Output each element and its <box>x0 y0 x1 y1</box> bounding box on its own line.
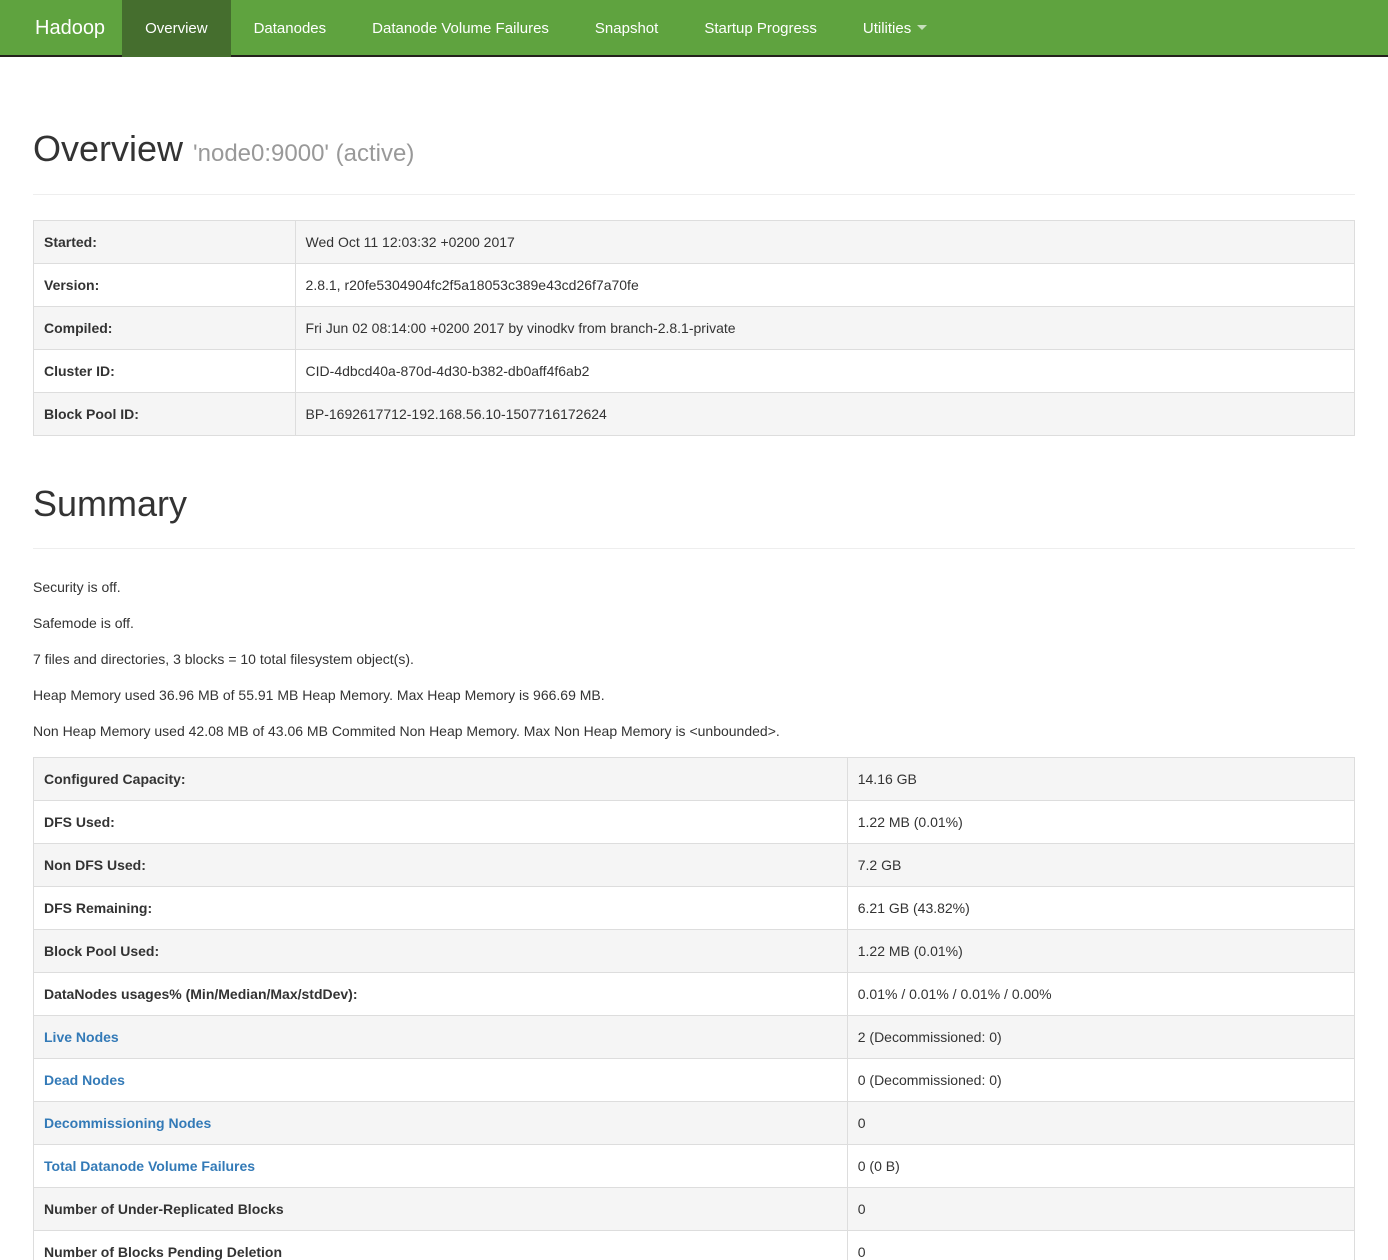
stat-value: 0 <box>847 1102 1354 1145</box>
table-row: Block Pool ID: BP-1692617712-192.168.56.… <box>34 392 1355 435</box>
stat-label: Block Pool Used: <box>34 930 848 973</box>
main-content: Overview 'node0:9000' (active) Started: … <box>33 129 1355 1260</box>
table-row: DFS Used: 1.22 MB (0.01%) <box>34 801 1355 844</box>
stat-label: Live Nodes <box>34 1016 848 1059</box>
filesystem-objects-text: 7 files and directories, 3 blocks = 10 t… <box>33 649 1355 669</box>
tab-startup-progress-link[interactable]: Startup Progress <box>681 0 840 57</box>
tab-snapshot[interactable]: Snapshot <box>572 0 681 55</box>
summary-title: Summary <box>33 484 1355 524</box>
stat-value: 1.22 MB (0.01%) <box>847 801 1354 844</box>
table-row: Compiled: Fri Jun 02 08:14:00 +0200 2017… <box>34 306 1355 349</box>
tab-overview-link[interactable]: Overview <box>122 0 231 57</box>
page-title-subtitle: 'node0:9000' (active) <box>193 140 414 167</box>
summary-stats-table: Configured Capacity: 14.16 GB DFS Used: … <box>33 757 1355 1260</box>
info-value: CID-4dbcd40a-870d-4d30-b382-db0aff4f6ab2 <box>295 349 1354 392</box>
total-datanode-volume-failures-link[interactable]: Total Datanode Volume Failures <box>44 1158 255 1174</box>
stat-label: DFS Used: <box>34 801 848 844</box>
table-row: DataNodes usages% (Min/Median/Max/stdDev… <box>34 973 1355 1016</box>
table-row: Non DFS Used: 7.2 GB <box>34 844 1355 887</box>
security-status-text: Security is off. <box>33 577 1355 597</box>
info-label: Started: <box>34 220 296 263</box>
tab-utilities-label: Utilities <box>863 20 911 37</box>
page-title: Overview 'node0:9000' (active) <box>33 129 1355 169</box>
stat-label: Decommissioning Nodes <box>34 1102 848 1145</box>
tab-datanode-volume-failures[interactable]: Datanode Volume Failures <box>349 0 572 55</box>
tab-datanode-volume-failures-link[interactable]: Datanode Volume Failures <box>349 0 572 57</box>
tab-snapshot-link[interactable]: Snapshot <box>572 0 681 57</box>
non-heap-memory-text: Non Heap Memory used 42.08 MB of 43.06 M… <box>33 721 1355 741</box>
info-label: Compiled: <box>34 306 296 349</box>
stat-value: 7.2 GB <box>847 844 1354 887</box>
stat-value: 0 <box>847 1231 1354 1260</box>
tab-startup-progress[interactable]: Startup Progress <box>681 0 840 55</box>
tab-overview[interactable]: Overview <box>122 0 231 55</box>
stat-label: Configured Capacity: <box>34 758 848 801</box>
stat-value: 0 (Decommissioned: 0) <box>847 1059 1354 1102</box>
table-row: Block Pool Used: 1.22 MB (0.01%) <box>34 930 1355 973</box>
navbar: Hadoop Overview Datanodes Datanode Volum… <box>0 0 1388 57</box>
decommissioning-nodes-link[interactable]: Decommissioning Nodes <box>44 1115 211 1131</box>
stat-label: Dead Nodes <box>34 1059 848 1102</box>
tab-utilities[interactable]: Utilities <box>840 0 950 55</box>
table-row: Configured Capacity: 14.16 GB <box>34 758 1355 801</box>
stat-label: DataNodes usages% (Min/Median/Max/stdDev… <box>34 973 848 1016</box>
stat-value: 6.21 GB (43.82%) <box>847 887 1354 930</box>
safemode-status-text: Safemode is off. <box>33 613 1355 633</box>
info-value: BP-1692617712-192.168.56.10-150771617262… <box>295 392 1354 435</box>
summary-paragraphs: Security is off. Safemode is off. 7 file… <box>33 577 1355 741</box>
table-row: Version: 2.8.1, r20fe5304904fc2f5a18053c… <box>34 263 1355 306</box>
table-row: Number of Blocks Pending Deletion 0 <box>34 1231 1355 1260</box>
brand-hadoop[interactable]: Hadoop <box>0 0 122 55</box>
table-row: DFS Remaining: 6.21 GB (43.82%) <box>34 887 1355 930</box>
heap-memory-text: Heap Memory used 36.96 MB of 55.91 MB He… <box>33 685 1355 705</box>
stat-label: Number of Under-Replicated Blocks <box>34 1188 848 1231</box>
nav-tabs: Overview Datanodes Datanode Volume Failu… <box>122 0 950 55</box>
live-nodes-link[interactable]: Live Nodes <box>44 1029 119 1045</box>
stat-value: 0.01% / 0.01% / 0.01% / 0.00% <box>847 973 1354 1016</box>
overview-info-table: Started: Wed Oct 11 12:03:32 +0200 2017 … <box>33 220 1355 436</box>
stat-value: 1.22 MB (0.01%) <box>847 930 1354 973</box>
table-row: Cluster ID: CID-4dbcd40a-870d-4d30-b382-… <box>34 349 1355 392</box>
info-value: 2.8.1, r20fe5304904fc2f5a18053c389e43cd2… <box>295 263 1354 306</box>
stat-value: 0 <box>847 1188 1354 1231</box>
dead-nodes-link[interactable]: Dead Nodes <box>44 1072 125 1088</box>
info-value: Fri Jun 02 08:14:00 +0200 2017 by vinodk… <box>295 306 1354 349</box>
tab-datanodes[interactable]: Datanodes <box>231 0 350 55</box>
table-row: Decommissioning Nodes 0 <box>34 1102 1355 1145</box>
table-row: Started: Wed Oct 11 12:03:32 +0200 2017 <box>34 220 1355 263</box>
stat-label: Non DFS Used: <box>34 844 848 887</box>
caret-down-icon <box>917 25 927 30</box>
info-label: Version: <box>34 263 296 306</box>
tab-datanodes-link[interactable]: Datanodes <box>231 0 350 57</box>
info-label: Cluster ID: <box>34 349 296 392</box>
tab-utilities-link[interactable]: Utilities <box>840 0 950 57</box>
table-row: Total Datanode Volume Failures 0 (0 B) <box>34 1145 1355 1188</box>
page-title-text: Overview <box>33 128 183 169</box>
divider <box>33 548 1355 549</box>
table-row: Number of Under-Replicated Blocks 0 <box>34 1188 1355 1231</box>
info-label: Block Pool ID: <box>34 392 296 435</box>
stat-value: 14.16 GB <box>847 758 1354 801</box>
stat-label: Total Datanode Volume Failures <box>34 1145 848 1188</box>
table-row: Live Nodes 2 (Decommissioned: 0) <box>34 1016 1355 1059</box>
stat-label: DFS Remaining: <box>34 887 848 930</box>
info-value: Wed Oct 11 12:03:32 +0200 2017 <box>295 220 1354 263</box>
divider <box>33 194 1355 195</box>
table-row: Dead Nodes 0 (Decommissioned: 0) <box>34 1059 1355 1102</box>
stat-value: 0 (0 B) <box>847 1145 1354 1188</box>
stat-value: 2 (Decommissioned: 0) <box>847 1016 1354 1059</box>
stat-label: Number of Blocks Pending Deletion <box>34 1231 848 1260</box>
